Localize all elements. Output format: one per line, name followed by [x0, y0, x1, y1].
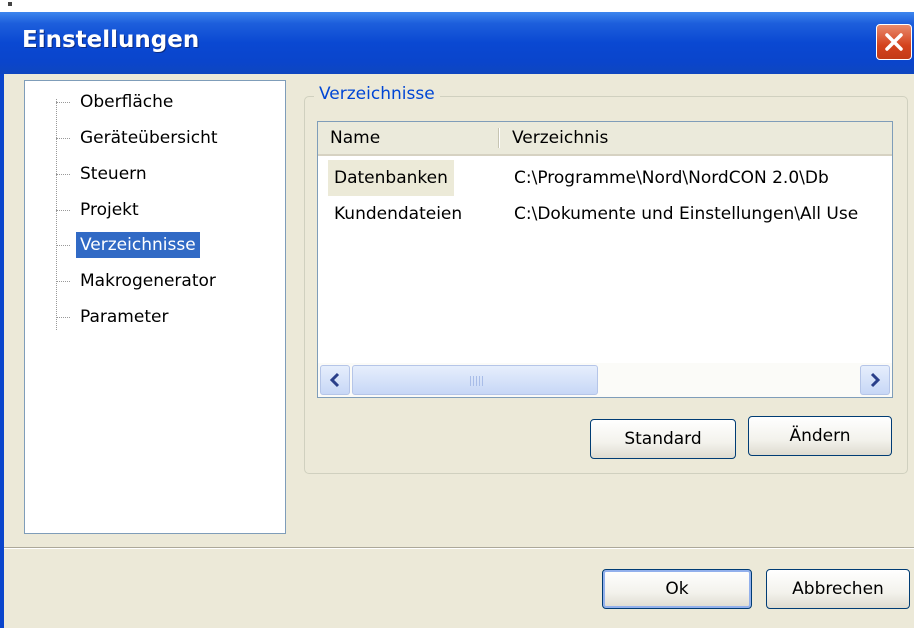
row-name: Datenbanken	[328, 160, 454, 196]
tree-item-label: Steuern	[80, 164, 147, 184]
settings-tree[interactable]: Oberfläche Geräteübersicht Steuern Proje…	[24, 80, 286, 534]
group-title: Verzeichnisse	[314, 84, 440, 104]
tree-dash	[56, 102, 70, 103]
standard-button[interactable]: Standard	[590, 419, 736, 459]
scroll-right-button[interactable]	[860, 365, 890, 395]
tree-item-label: Makrogenerator	[80, 271, 216, 291]
tree-dash	[56, 138, 70, 139]
row-name: Kundendateien	[334, 204, 463, 224]
tree-item-label: Verzeichnisse	[76, 232, 200, 258]
directory-list[interactable]: Name Verzeichnis Datenbanken C:\Programm…	[317, 121, 893, 398]
ok-button[interactable]: Ok	[602, 569, 752, 609]
close-button[interactable]	[876, 24, 912, 60]
title-bar[interactable]: Einstellungen	[0, 2, 914, 74]
horizontal-scrollbar[interactable]	[318, 363, 892, 397]
change-button[interactable]: Ändern	[748, 416, 892, 456]
tree-dash	[56, 245, 70, 246]
row-path: C:\Programme\Nord\NordCON 2.0\Db	[514, 168, 829, 188]
title-bar-mark	[8, 2, 12, 6]
tree-item-label: Oberfläche	[80, 92, 174, 112]
list-row[interactable]: Datenbanken C:\Programme\Nord\NordCON 2.…	[318, 160, 892, 196]
tree-dash	[56, 174, 70, 175]
list-row[interactable]: Kundendateien C:\Dokumente und Einstellu…	[318, 196, 892, 232]
column-header-directory[interactable]: Verzeichnis	[512, 122, 608, 154]
chevron-right-icon	[870, 372, 881, 388]
window-title: Einstellungen	[22, 27, 200, 53]
tree-dash	[56, 210, 70, 211]
footer-divider	[4, 547, 914, 549]
column-header-name[interactable]: Name	[330, 122, 380, 154]
row-path: C:\Dokumente und Einstellungen\All Use	[514, 204, 859, 224]
close-icon	[885, 33, 903, 51]
scroll-grip	[470, 376, 484, 386]
cancel-button[interactable]: Abbrechen	[766, 569, 910, 609]
tree-item-label: Parameter	[80, 307, 169, 327]
chevron-left-icon	[329, 372, 340, 388]
settings-dialog: Einstellungen Oberfläche Geräteübersicht…	[0, 0, 914, 628]
list-header: Name Verzeichnis	[318, 122, 892, 156]
tree-dash	[56, 281, 70, 282]
scroll-thumb[interactable]	[352, 365, 598, 395]
tree-dash	[56, 317, 70, 318]
tree-connector-line	[56, 99, 57, 330]
column-separator[interactable]	[498, 128, 500, 148]
scroll-left-button[interactable]	[320, 365, 350, 395]
tree-item-label: Geräteübersicht	[80, 128, 218, 148]
tree-item-label: Projekt	[80, 200, 139, 220]
